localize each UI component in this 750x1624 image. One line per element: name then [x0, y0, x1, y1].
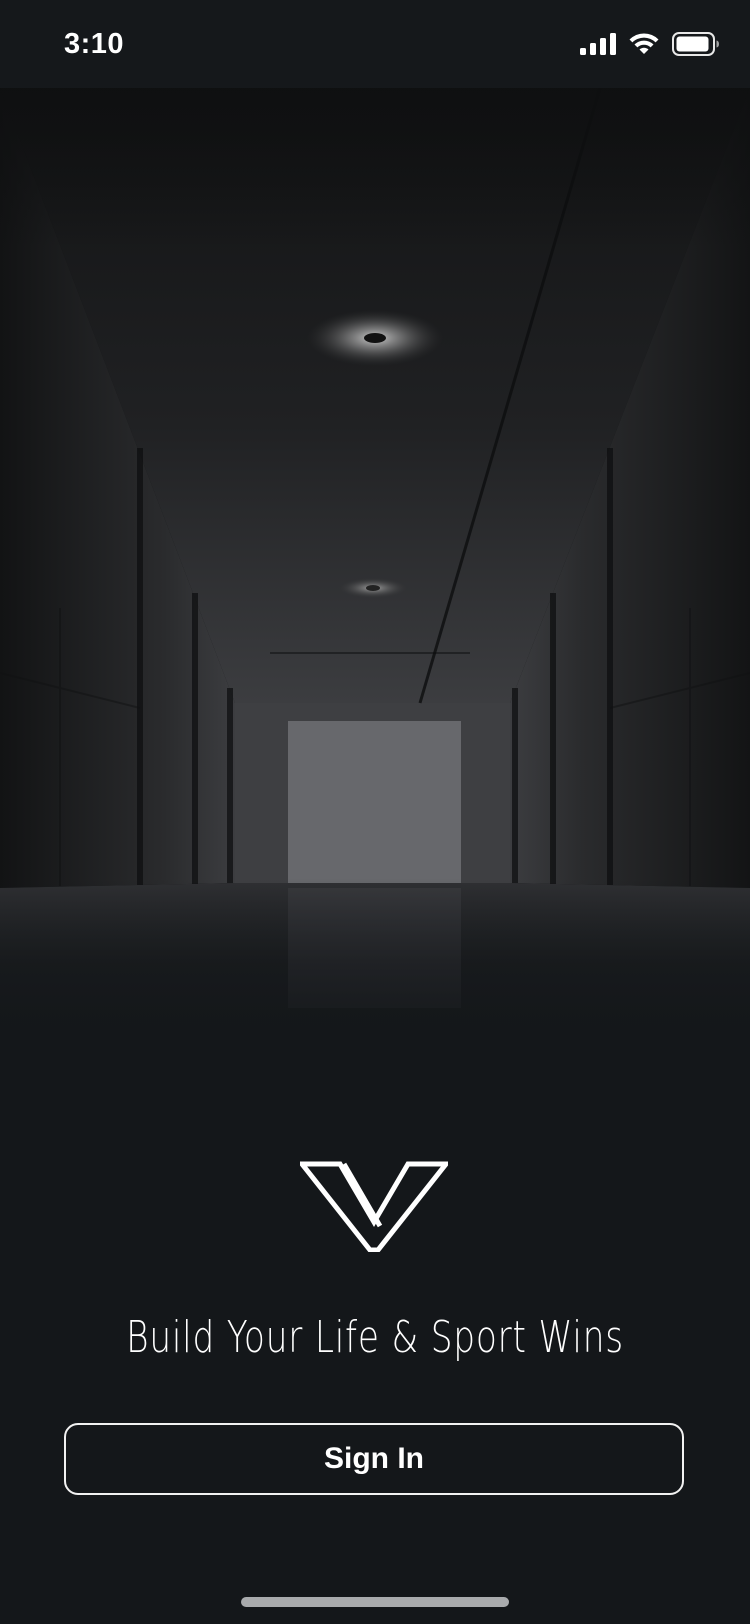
status-icons [580, 32, 720, 56]
sign-in-label: Sign In [324, 1442, 424, 1475]
v-logo-icon [296, 1160, 452, 1253]
cellular-signal-icon [580, 33, 616, 55]
status-bar: 3:10 [0, 0, 750, 88]
sign-in-button[interactable]: Sign In [64, 1423, 684, 1495]
wifi-icon [628, 32, 660, 56]
tagline: Build Your Life & Sport Wins [126, 1312, 624, 1363]
status-time: 3:10 [64, 28, 125, 60]
battery-icon [672, 32, 720, 56]
hero-image [0, 88, 750, 1048]
home-indicator[interactable] [241, 1597, 509, 1607]
